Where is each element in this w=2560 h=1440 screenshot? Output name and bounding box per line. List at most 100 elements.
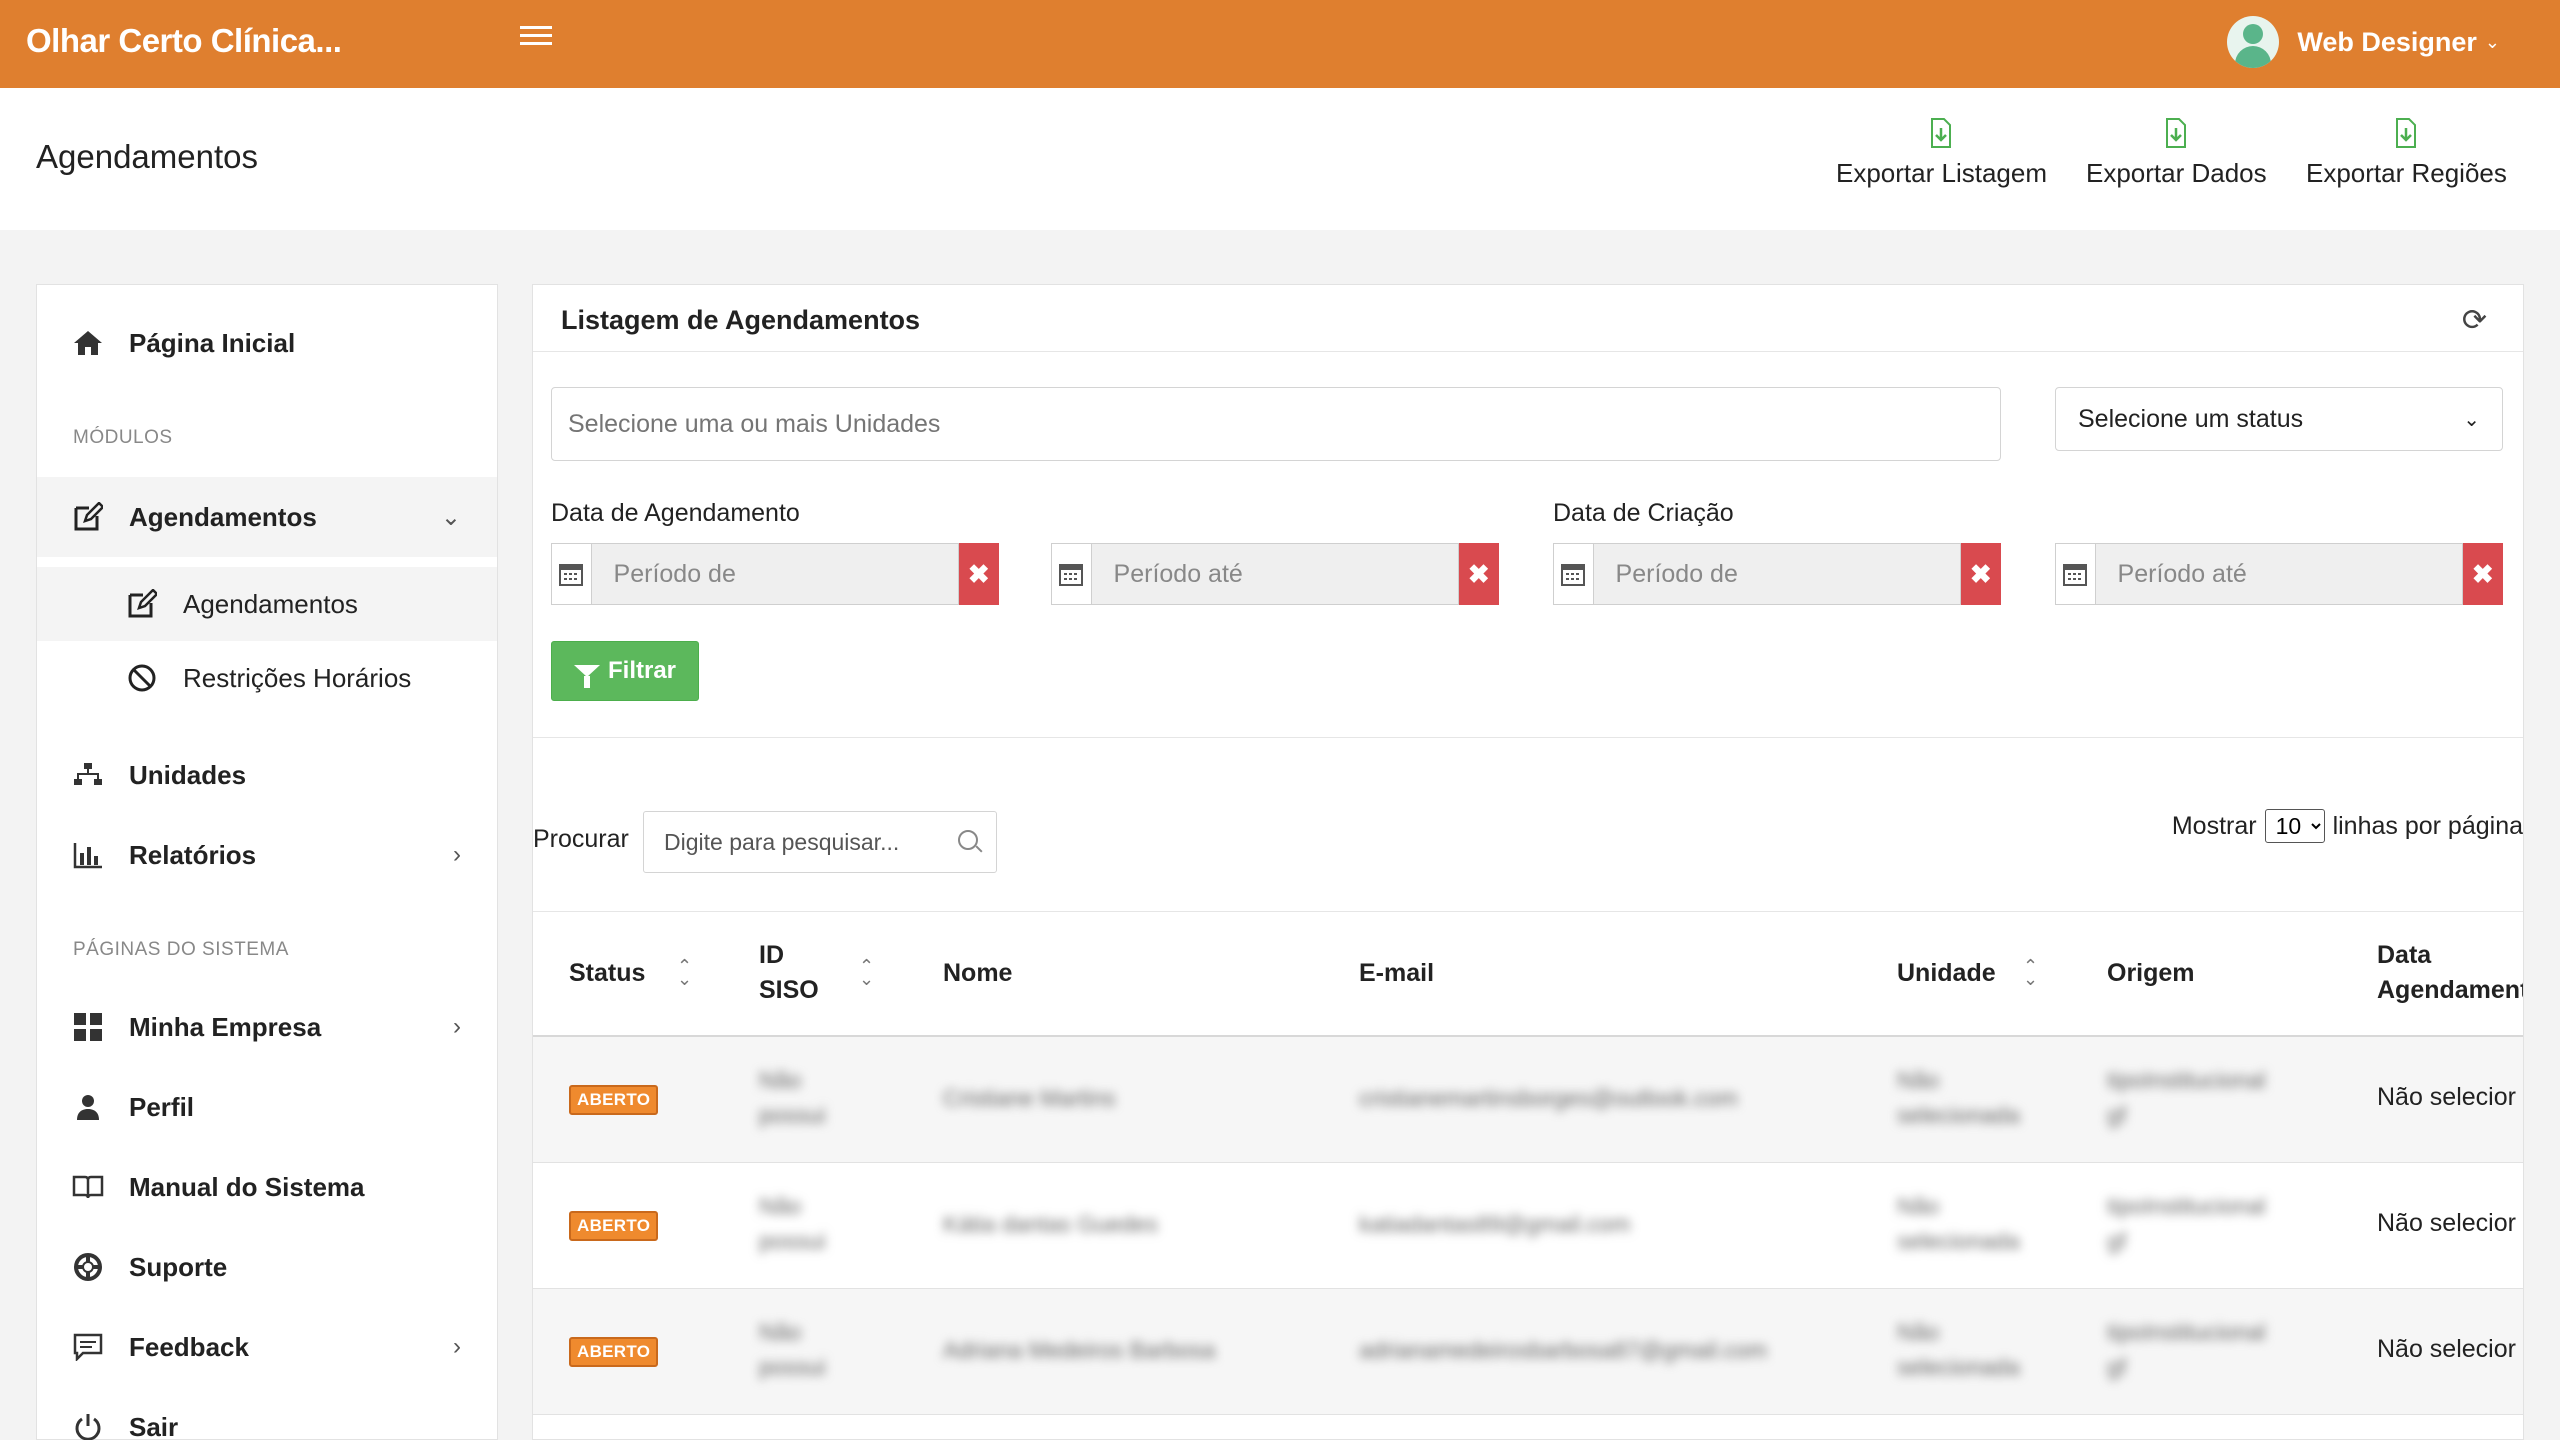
sidebar-item-label: Minha Empresa <box>129 1011 322 1042</box>
sidebar-subitem-agendamentos[interactable]: Agendamentos <box>37 567 497 641</box>
column-id-siso[interactable]: ID SISO <box>759 938 819 1008</box>
export-label: Exportar Regiões <box>2306 158 2507 188</box>
sidebar-subitem-restricoes[interactable]: Restrições Horários <box>37 641 497 715</box>
clear-icon[interactable]: ✖ <box>1458 543 1499 605</box>
calendar-icon[interactable] <box>1051 543 1091 605</box>
date-creation-label: Data de Criação <box>1553 499 1734 527</box>
clear-icon[interactable]: ✖ <box>1960 543 2001 605</box>
search-label: Procurar <box>533 825 629 853</box>
chevron-down-icon: ⌄ <box>2484 31 2500 52</box>
divider <box>533 737 2523 738</box>
search-box <box>643 811 997 873</box>
search-input[interactable] <box>664 828 954 856</box>
status-badge: ABERTO <box>569 1337 659 1367</box>
divider <box>533 351 2523 352</box>
chevron-down-icon: ⌄ <box>440 503 461 531</box>
sidebar-item-label: Unidades <box>129 759 247 790</box>
user-name: Web Designer <box>2297 26 2477 57</box>
page-title: Agendamentos <box>36 138 258 175</box>
creation-to-group: ✖ <box>2055 543 2503 605</box>
sidebar-item-label: Agendamentos <box>129 501 317 532</box>
sidebar-item-label: Perfil <box>129 1091 195 1122</box>
export-data-button[interactable]: Exportar Dados <box>2086 118 2267 189</box>
chevron-right-icon: › <box>453 1013 461 1040</box>
scheduling-from-input[interactable] <box>590 543 959 605</box>
calendar-icon[interactable] <box>2055 543 2095 605</box>
filter-label: Filtrar <box>607 657 676 684</box>
edit-icon <box>125 587 159 621</box>
user-menu[interactable]: Web Designer ⌄ <box>2227 14 2500 70</box>
sidebar-item-minha-empresa[interactable]: Minha Empresa › <box>37 987 497 1067</box>
units-multiselect[interactable] <box>551 387 2001 461</box>
sidebar-item-feedback[interactable]: Feedback › <box>37 1307 497 1387</box>
table-row[interactable]: ABERTO Não possui Cristiane Martins crist… <box>533 1037 2523 1163</box>
column-data-agendamento[interactable]: Data Agendament <box>2377 938 2523 1008</box>
table-row[interactable]: ABERTO Não possui Kátia dantas Guedes kat… <box>533 1163 2523 1289</box>
sidebar-item-label: Feedback <box>129 1331 249 1362</box>
table-header: Status ⌃ ⌄ ID SISO ⌃ ⌄ Nome E-mail Unidade… <box>533 911 2523 1037</box>
sidebar-item-relatorios[interactable]: Relatórios › <box>37 815 497 895</box>
rows-per-page-select[interactable]: 10 <box>2264 809 2325 843</box>
scheduling-to-input[interactable] <box>1090 543 1459 605</box>
row-id: Não possui <box>759 1193 826 1254</box>
creation-from-group: ✖ <box>1553 543 2001 605</box>
creation-to-input[interactable] <box>2094 543 2463 605</box>
sidebar-item-unidades[interactable]: Unidades <box>37 735 497 815</box>
menu-toggle-icon[interactable] <box>520 26 552 54</box>
row-origem: tipoInstitucional gf <box>2107 1193 2266 1254</box>
page-header: Agendamentos Exportar Listagem Exportar … <box>0 88 2560 230</box>
status-select[interactable]: Selecione um status ⌄ <box>2055 387 2503 451</box>
export-regions-button[interactable]: Exportar Regiões <box>2306 118 2507 189</box>
row-unidade: Não selecionada <box>1897 1193 2020 1254</box>
row-unidade: Não selecionada <box>1897 1067 2020 1128</box>
sort-icon[interactable]: ⌃ ⌄ <box>859 957 874 988</box>
column-id-line2: SISO <box>759 976 819 1004</box>
column-nome[interactable]: Nome <box>943 956 1012 991</box>
column-id-line1: ID <box>759 941 784 969</box>
refresh-icon[interactable]: ⟳ <box>2462 303 2487 338</box>
chevron-down-icon: ⌄ <box>2463 408 2480 431</box>
sidebar-item-agendamentos[interactable]: Agendamentos ⌄ <box>37 477 497 557</box>
sort-icon[interactable]: ⌃ ⌄ <box>2023 957 2038 988</box>
export-label: Exportar Dados <box>2086 158 2267 188</box>
sidebar-item-perfil[interactable]: Perfil <box>37 1067 497 1147</box>
bar-chart-icon <box>71 838 105 872</box>
brand-name[interactable]: Olhar Certo Clínica... <box>26 22 342 60</box>
clear-icon[interactable]: ✖ <box>2462 543 2503 605</box>
sidebar-item-label: Página Inicial <box>129 327 296 358</box>
file-download-icon <box>2166 118 2187 148</box>
sidebar-item-suporte[interactable]: Suporte <box>37 1227 497 1307</box>
row-email: cristianemartinsborges@outlook.com <box>1359 1085 1738 1111</box>
row-nome: Kátia dantas Guedes <box>943 1211 1158 1237</box>
date-scheduling-label: Data de Agendamento <box>551 499 800 527</box>
calendar-icon[interactable] <box>551 543 591 605</box>
row-data: Não selecior <box>2377 1335 2516 1363</box>
rows-per-page-control: Mostrar 10 linhas por página <box>2172 809 2523 843</box>
clear-icon[interactable]: ✖ <box>958 543 999 605</box>
filter-button[interactable]: Filtrar <box>551 641 699 701</box>
column-email[interactable]: E-mail <box>1359 956 1434 991</box>
status-select-value: Selecione um status <box>2078 404 2304 433</box>
row-nome: Adriana Medeiros Barbosa <box>943 1337 1216 1363</box>
show-label: Mostrar <box>2171 811 2257 840</box>
sidebar-section-system: PÁGINAS DO SISTEMA <box>73 939 289 960</box>
chevron-right-icon: › <box>453 841 461 868</box>
sidebar-item-sair[interactable]: Sair <box>37 1387 497 1440</box>
sort-icon[interactable]: ⌃ ⌄ <box>677 957 692 988</box>
sidebar-item-manual[interactable]: Manual do Sistema <box>37 1147 497 1227</box>
column-status[interactable]: Status <box>569 956 645 991</box>
scheduling-from-group: ✖ <box>551 543 999 605</box>
comment-icon <box>71 1330 105 1364</box>
sidebar-item-home[interactable]: Página Inicial <box>37 303 497 383</box>
column-origem[interactable]: Origem <box>2107 956 2195 991</box>
row-unidade: Não selecionada <box>1897 1319 2020 1380</box>
row-nome: Cristiane Martins <box>943 1085 1116 1111</box>
top-bar: Olhar Certo Clínica... Web Designer ⌄ <box>0 0 2560 88</box>
export-list-button[interactable]: Exportar Listagem <box>1836 118 2047 189</box>
sidebar-item-label: Agendamentos <box>183 588 358 619</box>
column-unidade[interactable]: Unidade <box>1897 956 1996 991</box>
row-data: Não selecior <box>2377 1209 2516 1237</box>
calendar-icon[interactable] <box>1553 543 1593 605</box>
creation-from-input[interactable] <box>1592 543 1961 605</box>
table-row[interactable]: ABERTO Não possui Adriana Medeiros Barbos… <box>533 1289 2523 1415</box>
